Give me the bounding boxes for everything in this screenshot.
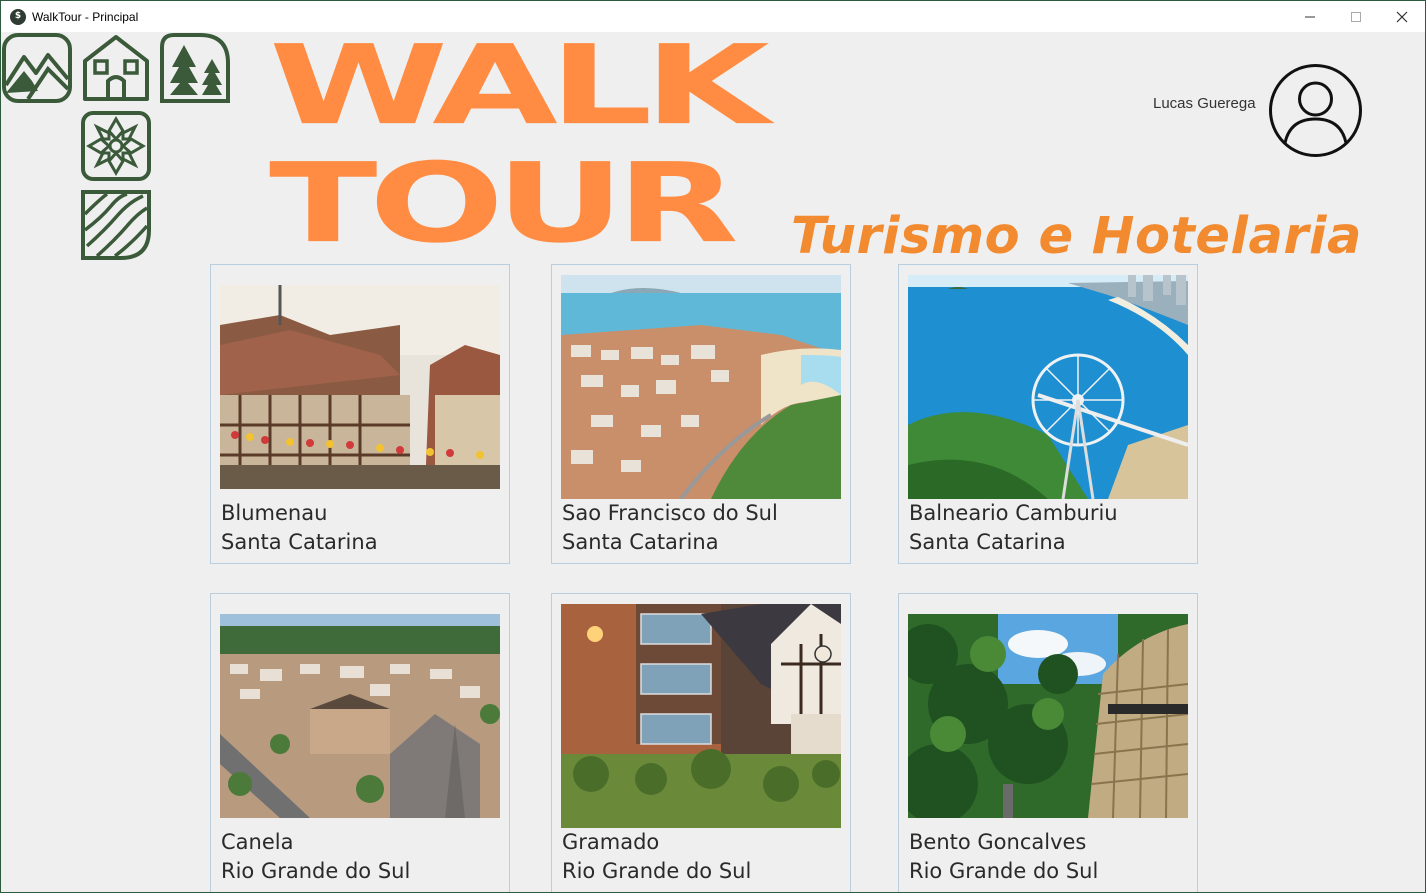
- destination-state: Rio Grande do Sul: [221, 859, 411, 883]
- destination-card[interactable]: Balneario Camburiu Santa Catarina: [898, 264, 1198, 564]
- destination-city: Blumenau: [221, 501, 328, 525]
- destination-state: Santa Catarina: [909, 530, 1066, 554]
- brand-tagline: Turismo e Hotelaria: [791, 207, 1362, 266]
- destination-city: Canela: [221, 830, 294, 854]
- destination-state: Santa Catarina: [562, 530, 719, 554]
- mountain-icon: [2, 33, 72, 103]
- maximize-button[interactable]: [1333, 1, 1379, 32]
- destination-photo: [220, 614, 500, 818]
- maximize-icon: [1351, 11, 1361, 22]
- destination-photo: [220, 285, 500, 489]
- destination-photo: [908, 614, 1188, 818]
- destination-state: Santa Catarina: [221, 530, 378, 554]
- destination-card[interactable]: Canela Rio Grande do Sul: [210, 593, 510, 892]
- house-icon: [83, 35, 149, 101]
- app-window: $ WalkTour - Principal WALK TOUR Turismo…: [0, 0, 1426, 893]
- destination-city: Gramado: [562, 830, 660, 854]
- close-button[interactable]: [1379, 1, 1425, 32]
- brand-title-tour: TOUR: [269, 140, 739, 268]
- destination-state: Rio Grande do Sul: [909, 859, 1099, 883]
- snowflake-icon: [81, 111, 151, 181]
- minimize-icon: [1305, 16, 1315, 17]
- brand-title-walk: WALK: [269, 22, 770, 150]
- close-icon: [1396, 11, 1408, 22]
- waves-icon: [81, 190, 151, 260]
- destination-city: Bento Goncalves: [909, 830, 1087, 854]
- destination-photo: [561, 604, 841, 828]
- destination-city: Balneario Camburiu: [909, 501, 1118, 525]
- destination-photo: [561, 275, 841, 499]
- minimize-button[interactable]: [1287, 1, 1333, 32]
- destination-photo: [908, 275, 1188, 499]
- destination-state: Rio Grande do Sul: [562, 859, 752, 883]
- pine-trees-icon: [160, 33, 230, 103]
- destination-card[interactable]: Blumenau Santa Catarina: [210, 264, 510, 564]
- destination-card[interactable]: Bento Goncalves Rio Grande do Sul: [898, 593, 1198, 892]
- user-avatar-icon[interactable]: [1268, 63, 1363, 158]
- app-icon: $: [10, 8, 26, 25]
- window-title: WalkTour - Principal: [32, 9, 139, 24]
- destination-city: Sao Francisco do Sul: [562, 501, 778, 525]
- destination-card[interactable]: Gramado Rio Grande do Sul: [551, 593, 851, 892]
- user-name[interactable]: Lucas Guerega: [1153, 95, 1256, 112]
- destination-card[interactable]: Sao Francisco do Sul Santa Catarina: [551, 264, 851, 564]
